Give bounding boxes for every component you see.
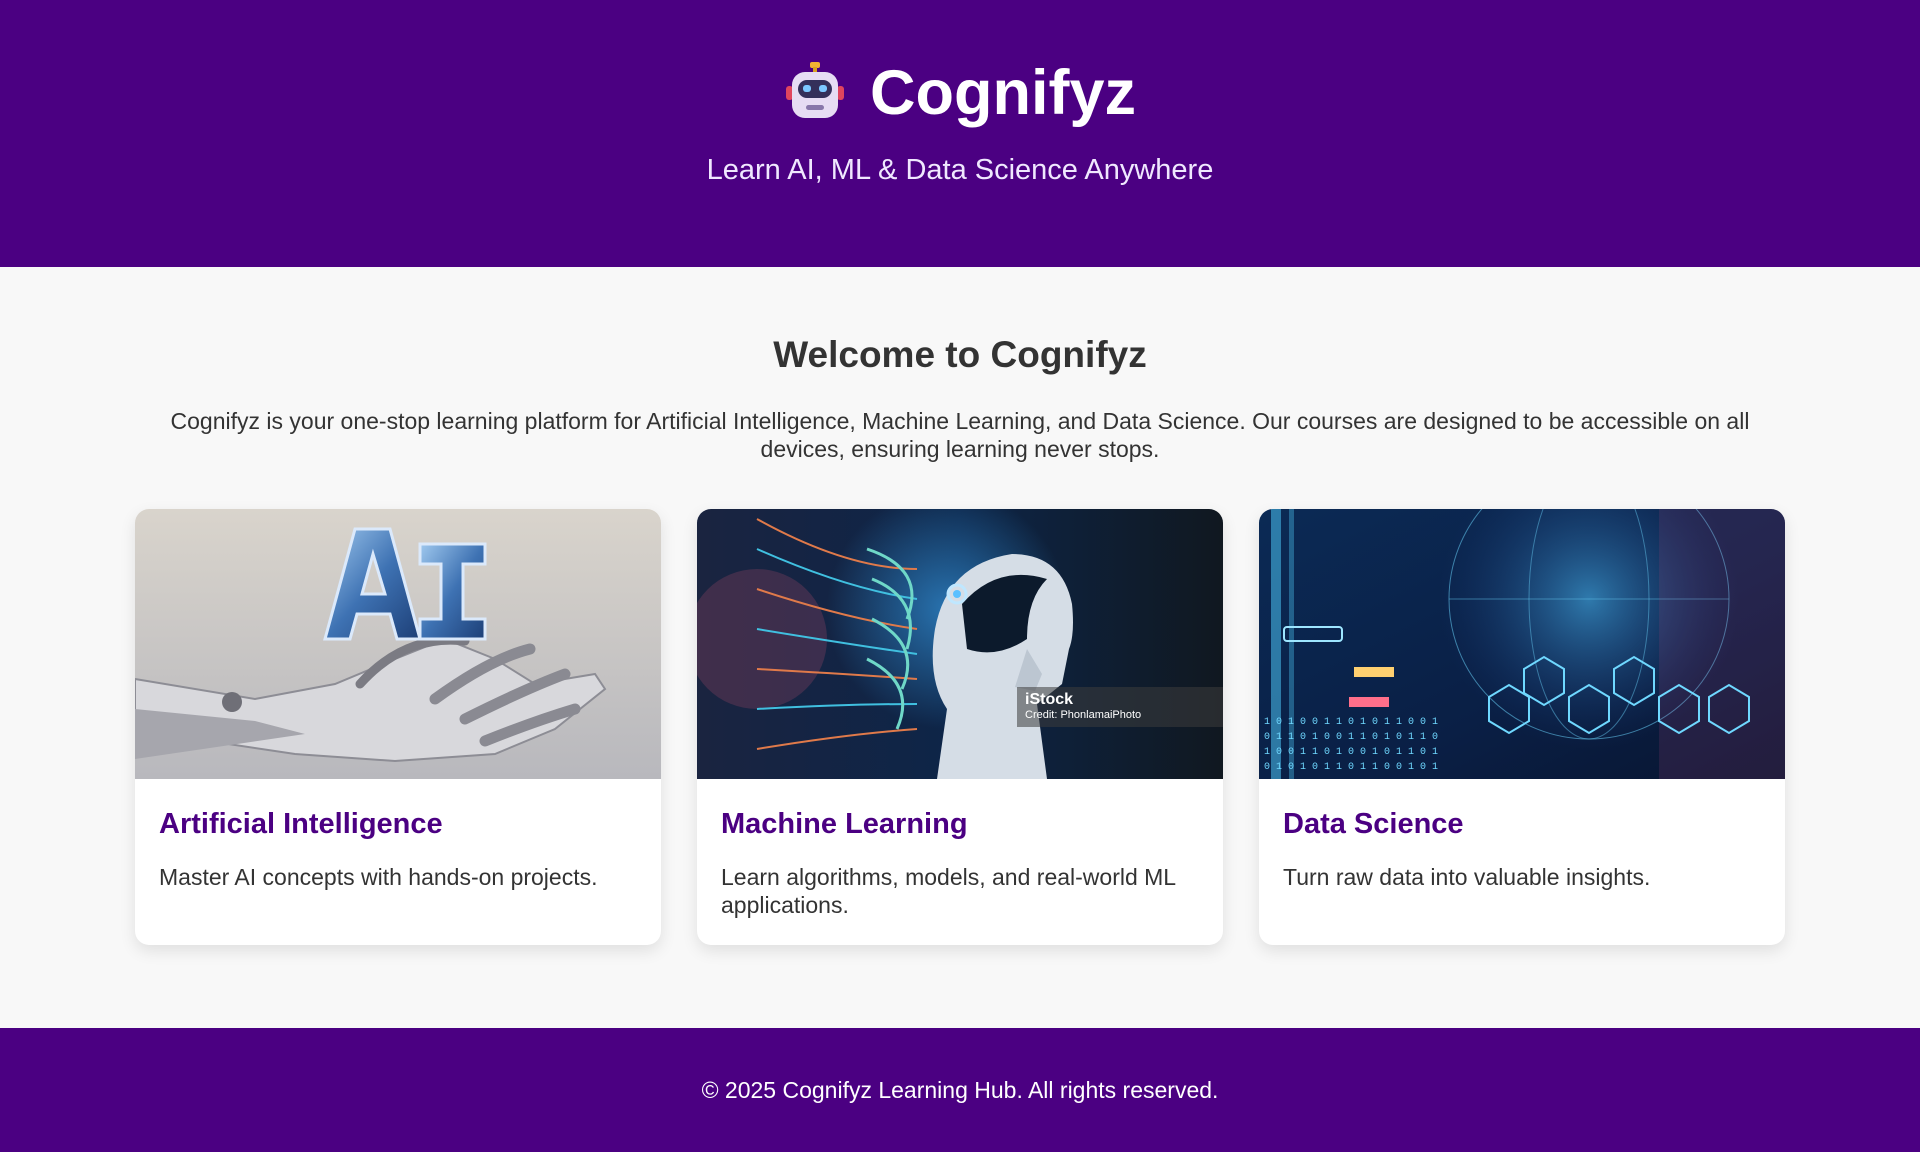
card-description: Turn raw data into valuable insights.: [1283, 864, 1651, 890]
copyright-text: © 2025 Cognifyz Learning Hub. All rights…: [701, 1077, 1219, 1103]
site-footer: © 2025 Cognifyz Learning Hub. All rights…: [0, 1028, 1920, 1152]
istock-watermark: iStock Credit: PhonlamaiPhoto: [1017, 687, 1223, 727]
card-body: Machine Learning Learn algorithms, model…: [697, 779, 1223, 919]
card-description: Learn algorithms, models, and real-world…: [721, 864, 1176, 918]
card-body: Artificial Intelligence Master AI concep…: [135, 779, 661, 891]
main-content: Welcome to Cognifyz Cognifyz is your one…: [0, 267, 1920, 1028]
card-title[interactable]: Artificial Intelligence: [159, 807, 637, 841]
svg-text:1 0 1 0 0 1 1 0 1 0 1 1 0 0 1: 1 0 1 0 0 1 1 0 1 0 1 1 0 0 1: [1264, 717, 1438, 728]
card-title[interactable]: Machine Learning: [721, 807, 1199, 841]
ml-robot-image: iStock Credit: PhonlamaiPhoto: [697, 509, 1223, 779]
robot-icon: [784, 60, 846, 127]
site-title: Cognifyz: [870, 58, 1136, 128]
svg-text:0 1 0 1 0 1 1 0 1 1 0 0 1 0 1: 0 1 0 1 0 1 1 0 1 1 0 0 1 0 1: [1264, 762, 1438, 773]
site-header: Cognifyz Learn AI, ML & Data Science Any…: [0, 0, 1920, 267]
intro-paragraph: Cognifyz is your one-stop learning platf…: [170, 408, 1750, 462]
welcome-heading: Welcome to Cognifyz: [773, 334, 1147, 375]
course-cards: Artificial Intelligence Master AI concep…: [135, 509, 1785, 945]
ai-hand-image: [135, 509, 661, 779]
course-card-ml[interactable]: iStock Credit: PhonlamaiPhoto Machine Le…: [697, 509, 1223, 945]
card-title[interactable]: Data Science: [1283, 807, 1761, 841]
course-card-data-science[interactable]: 1 0 1 0 0 1 1 0 1 0 1 1 0 0 1 0 1 1 0 1 …: [1259, 509, 1785, 945]
tagline: Learn AI, ML & Data Science Anywhere: [706, 154, 1214, 186]
course-card-ai[interactable]: Artificial Intelligence Master AI concep…: [135, 509, 661, 945]
brand: Cognifyz: [0, 58, 1920, 128]
svg-text:1 0 0 1 1 0 1 0 0 1 0 1 1 0 1: 1 0 0 1 1 0 1 0 0 1 0 1 1 0 1: [1264, 747, 1438, 758]
card-description: Master AI concepts with hands-on project…: [159, 864, 598, 890]
data-globe-image: 1 0 1 0 0 1 1 0 1 0 1 1 0 0 1 0 1 1 0 1 …: [1259, 509, 1785, 779]
card-body: Data Science Turn raw data into valuable…: [1259, 779, 1785, 891]
svg-text:0 1 1 0 1 0 0 1 1 0 1 0 1 1 0: 0 1 1 0 1 0 0 1 1 0 1 0 1 1 0: [1264, 732, 1438, 743]
